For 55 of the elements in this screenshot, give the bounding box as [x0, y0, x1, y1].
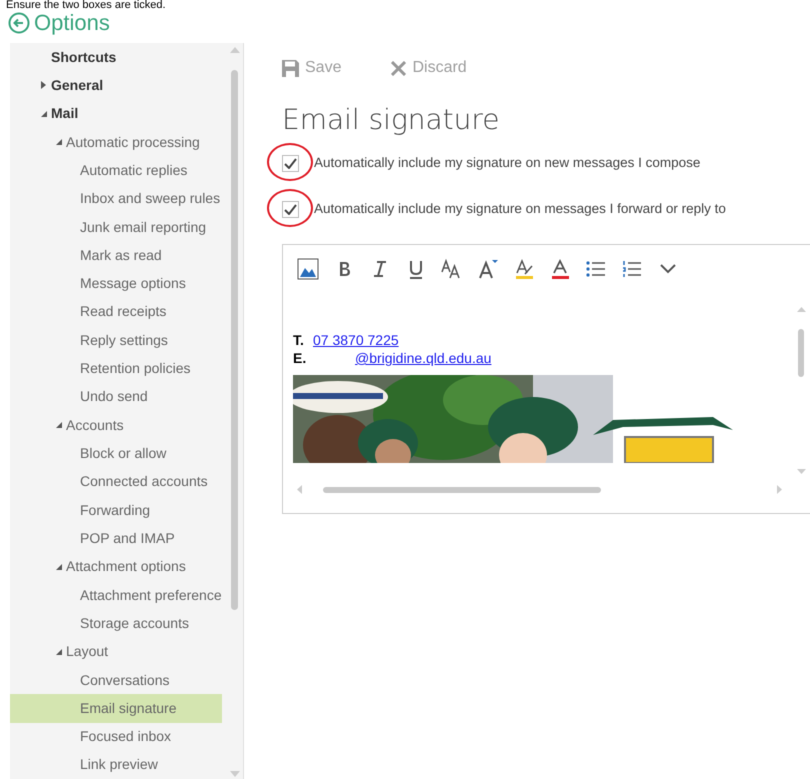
- save-icon: [282, 60, 299, 76]
- sidebar-item[interactable]: Link preview: [10, 750, 222, 779]
- page-heading: Email signature: [282, 102, 501, 138]
- sidebar-item[interactable]: General: [10, 71, 222, 100]
- numbered-list-icon[interactable]: [621, 258, 643, 280]
- sidebar-item[interactable]: Focused inbox: [10, 722, 222, 751]
- close-icon: [391, 60, 406, 76]
- sidebar-item[interactable]: Reply settings: [10, 326, 222, 354]
- sidebar-item[interactable]: Message options: [10, 270, 222, 298]
- sidebar-item[interactable]: Email signature: [10, 694, 222, 722]
- checkbox-label: Automatically include my signature on messages I forward or reply to: [314, 200, 726, 218]
- scrollbar-thumb[interactable]: [231, 70, 238, 610]
- sidebar-item[interactable]: Layout: [10, 638, 222, 666]
- sidebar-item[interactable]: Block or allow: [10, 439, 222, 468]
- scrollbar-thumb[interactable]: [323, 487, 601, 493]
- sidebar-item[interactable]: Read receipts: [10, 298, 222, 326]
- back-icon[interactable]: [8, 12, 30, 34]
- sidebar-item[interactable]: Automatic processing: [10, 128, 222, 156]
- sidebar-item[interactable]: Conversations: [10, 666, 222, 694]
- checkbox-label: Automatically include my signature on new messages I compose: [314, 154, 700, 172]
- checkbox[interactable]: [282, 200, 299, 218]
- expanded-arrow-icon[interactable]: [56, 422, 62, 428]
- sidebar-item[interactable]: Attachment options: [10, 552, 222, 581]
- expanded-arrow-icon[interactable]: [56, 564, 62, 570]
- checkbox[interactable]: [282, 154, 299, 172]
- options-title: Options: [34, 11, 110, 35]
- grow-font-icon[interactable]: [477, 258, 499, 280]
- signature-editor[interactable]: T. 07 3870 7225 E. @brigidine.qld.edu.au: [282, 244, 810, 514]
- expanded-arrow-icon[interactable]: [56, 648, 62, 655]
- sidebar-item[interactable]: Mark as read: [10, 241, 222, 270]
- sidebar-item[interactable]: Connected accounts: [10, 468, 222, 496]
- sidebar-item[interactable]: Attachment preference: [10, 580, 222, 610]
- sidebar-item[interactable]: POP and IMAP: [10, 524, 222, 553]
- sidebar-item[interactable]: Undo send: [10, 382, 222, 412]
- sidebar-item[interactable]: Junk email reporting: [10, 212, 222, 242]
- highlight-icon[interactable]: [513, 258, 535, 280]
- collapsed-arrow-icon[interactable]: [41, 81, 46, 90]
- sidebar-item[interactable]: Retention policies: [10, 354, 222, 383]
- sidebar-item[interactable]: Mail: [10, 100, 222, 128]
- scrollbar-thumb[interactable]: [798, 329, 804, 377]
- instruction-text: Ensure the two boxes are ticked.: [6, 0, 166, 11]
- sidebar-item[interactable]: Accounts: [10, 411, 222, 440]
- sidebar-item[interactable]: Inbox and sweep rules: [10, 184, 222, 213]
- sidebar-item[interactable]: Forwarding: [10, 496, 222, 524]
- font-color-icon[interactable]: [549, 258, 571, 280]
- sidebar-item[interactable]: Shortcuts: [10, 43, 222, 72]
- expanded-arrow-icon[interactable]: [41, 110, 47, 117]
- signature-link[interactable]: @brigidine.qld.edu.au: [355, 349, 492, 367]
- expanded-arrow-icon[interactable]: [56, 139, 62, 146]
- signature-link[interactable]: 07 3870 7225: [313, 331, 399, 349]
- sidebar-item[interactable]: Automatic replies: [10, 156, 222, 185]
- line-label: E.: [293, 349, 308, 367]
- image-icon[interactable]: [297, 258, 319, 280]
- line-label: T.: [293, 331, 305, 349]
- sidebar-item[interactable]: Storage accounts: [10, 609, 222, 638]
